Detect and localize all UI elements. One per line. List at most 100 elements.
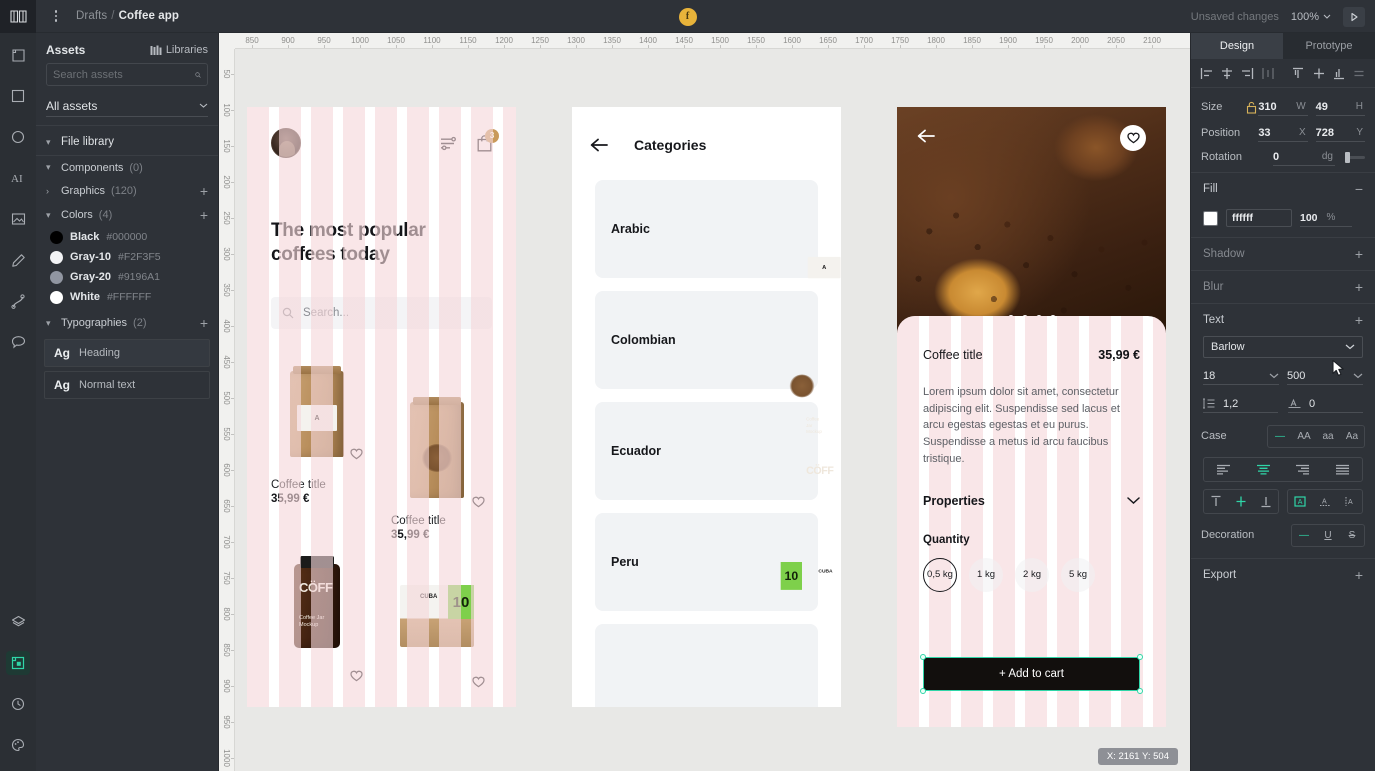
quantity-option-3[interactable]: 5 kg <box>1061 557 1095 592</box>
align-top-icon[interactable] <box>1289 64 1307 83</box>
ellipse-tool[interactable] <box>6 125 30 149</box>
add-graphic-button[interactable]: + <box>200 184 208 198</box>
align-center-horizontal-icon[interactable] <box>1218 64 1236 83</box>
detail-properties-row[interactable]: Properties <box>923 494 1140 508</box>
letter-spacing-field[interactable]: 0 <box>1288 395 1363 413</box>
tab-prototype[interactable]: Prototype <box>1283 33 1375 59</box>
grid-search-field[interactable]: Search... <box>271 297 492 329</box>
align-left-icon[interactable] <box>1198 64 1216 83</box>
quantity-option-1[interactable]: 1 kg <box>969 557 1003 592</box>
typography-asset-heading[interactable]: Ag Heading <box>44 339 210 367</box>
palette-tool[interactable] <box>6 733 30 757</box>
grow-fixed-icon[interactable]: A <box>1288 490 1313 513</box>
font-weight-select[interactable]: 500 <box>1287 367 1363 385</box>
quantity-option-2[interactable]: 2 kg <box>1015 557 1049 592</box>
favorite-button[interactable] <box>345 665 367 687</box>
app-logo[interactable] <box>0 0 36 33</box>
product-card[interactable]: Coffee title 35,99 € <box>391 391 489 541</box>
category-card-ecuador[interactable]: Ecuador CÖFF Coffee Jar Mockup <box>595 402 834 500</box>
favorite-button[interactable] <box>345 443 367 465</box>
distribute-horizontal-icon[interactable] <box>1259 64 1277 83</box>
product-card[interactable]: CUBA 10 <box>391 557 489 693</box>
fill-hex-input[interactable]: ffffff <box>1226 209 1292 227</box>
align-bottom-icon[interactable] <box>1330 64 1348 83</box>
history-tool[interactable] <box>6 692 30 716</box>
avatar[interactable] <box>271 128 301 158</box>
color-asset-black[interactable]: Black #000000 <box>36 227 218 247</box>
artboard-grid[interactable]: Grid 3 <box>247 107 516 707</box>
favorite-button[interactable] <box>1120 125 1146 151</box>
present-button[interactable] <box>1343 6 1365 27</box>
asset-filter-select[interactable]: All assets <box>46 95 208 117</box>
align-right-icon[interactable] <box>1238 64 1256 83</box>
group-typographies[interactable]: ▾ Typographies (2) + <box>36 311 218 335</box>
add-shadow-button[interactable]: + <box>1355 247 1363 261</box>
tab-design[interactable]: Design <box>1191 33 1283 59</box>
lock-proportions-icon[interactable] <box>1246 101 1259 114</box>
group-colors[interactable]: ▾ Colors (4) + <box>36 203 218 227</box>
favorite-button[interactable] <box>467 491 489 513</box>
line-height-field[interactable]: 1,2 <box>1203 395 1278 413</box>
assets-search-box[interactable] <box>46 63 208 86</box>
back-arrow-icon[interactable] <box>590 138 608 152</box>
favorite-button[interactable] <box>467 671 489 693</box>
text-align-left-icon[interactable] <box>1204 458 1244 481</box>
breadcrumb-current[interactable]: Coffee app <box>119 10 179 22</box>
case-none-button[interactable]: — <box>1268 426 1292 447</box>
case-lower-button[interactable]: aa <box>1316 426 1340 447</box>
rotation-field[interactable]: 0 dg <box>1273 148 1335 166</box>
text-tool[interactable]: AI <box>6 166 30 190</box>
canvas-area[interactable]: 850 900 950 1000 1050 1100 1150 1200 1250 1300 135… <box>219 33 1190 771</box>
artboard-categories[interactable]: Categories Categories Arabic A Colombian… <box>572 107 841 707</box>
color-asset-gray-10[interactable]: Gray-10 #F2F3F5 <box>36 247 218 267</box>
rect-tool[interactable] <box>6 84 30 108</box>
color-asset-white[interactable]: White #FFFFFF <box>36 287 218 307</box>
cart-button[interactable]: 3 <box>477 128 499 152</box>
distribute-vertical-icon[interactable] <box>1350 64 1368 83</box>
decoration-underline-button[interactable]: U <box>1316 525 1340 546</box>
add-color-button[interactable]: + <box>200 208 208 222</box>
decoration-strike-button[interactable]: S <box>1340 525 1364 546</box>
fill-collapse-button[interactable]: − <box>1355 182 1363 196</box>
file-library-header[interactable]: ▾ File library <box>36 129 218 155</box>
grow-auto-height-icon[interactable]: A <box>1337 490 1362 513</box>
fill-opacity-field[interactable]: 100 % <box>1300 209 1352 227</box>
assets-tool[interactable] <box>6 651 30 675</box>
decoration-none-button[interactable]: — <box>1292 525 1316 546</box>
height-field[interactable]: 49 H <box>1315 98 1365 116</box>
selection-handle-tl[interactable] <box>920 654 926 660</box>
rotation-slider[interactable] <box>1345 151 1365 163</box>
case-title-button[interactable]: Aa <box>1340 426 1364 447</box>
add-export-button[interactable]: + <box>1355 568 1363 582</box>
text-align-justify-icon[interactable] <box>1323 458 1363 481</box>
selection-handle-br[interactable] <box>1137 688 1143 694</box>
add-text-button[interactable]: + <box>1355 313 1363 327</box>
product-card[interactable]: CÖFF Coffee Jar Mockup <box>271 547 367 687</box>
vertical-ruler[interactable]: 50 100 150 200 250 300 350 400 450 500 550 600 650 70… <box>219 49 235 771</box>
add-typography-button[interactable]: + <box>200 316 208 330</box>
image-tool[interactable] <box>6 207 30 231</box>
group-components[interactable]: ▾ Components (0) <box>36 155 218 179</box>
case-upper-button[interactable]: AA <box>1292 426 1316 447</box>
product-card[interactable]: A Coffee title 35,99 € <box>271 355 367 505</box>
grow-auto-width-icon[interactable]: A <box>1313 490 1338 513</box>
text-align-right-icon[interactable] <box>1283 458 1323 481</box>
search-input[interactable] <box>53 68 195 81</box>
category-card-next[interactable] <box>595 624 818 707</box>
curve-tool[interactable] <box>6 289 30 313</box>
horizontal-ruler[interactable]: 850 900 950 1000 1050 1100 1150 1200 1250 1300 135… <box>219 33 1190 49</box>
color-asset-gray-20[interactable]: Gray-20 #9196A1 <box>36 267 218 287</box>
user-avatar-badge[interactable]: f <box>678 7 697 26</box>
fill-color-swatch[interactable] <box>1203 210 1218 226</box>
zoom-control[interactable]: 100% <box>1291 11 1331 23</box>
align-center-vertical-icon[interactable] <box>1309 64 1327 83</box>
selection-handle-tr[interactable] <box>1137 654 1143 660</box>
artboard-detail[interactable]: Detail Coffee title <box>897 107 1166 727</box>
libraries-button[interactable]: Libraries <box>150 44 208 56</box>
font-size-select[interactable]: 18 <box>1203 367 1279 385</box>
comment-tool[interactable] <box>6 330 30 354</box>
selection-handle-bl[interactable] <box>920 688 926 694</box>
width-field[interactable]: 310 W <box>1258 98 1308 116</box>
back-arrow-icon[interactable] <box>917 129 935 143</box>
category-card-colombian[interactable]: Colombian <box>595 291 818 398</box>
